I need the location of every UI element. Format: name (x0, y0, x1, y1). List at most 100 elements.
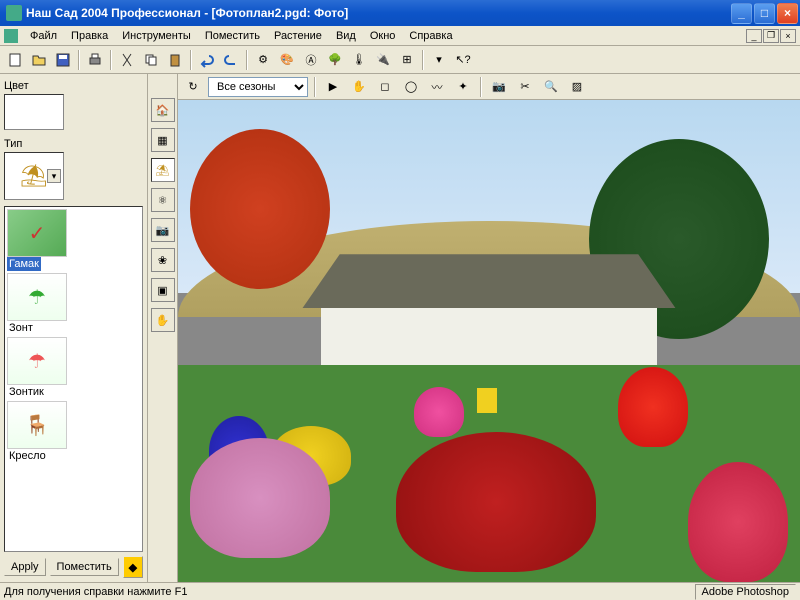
tool-compass-icon[interactable]: Ⓐ (300, 49, 322, 71)
plant-icon[interactable]: ❀ (151, 248, 175, 272)
pan-icon[interactable]: ✋ (348, 76, 370, 98)
help-arrow-icon[interactable]: ↖? (452, 49, 474, 71)
menubar: Файл Правка Инструменты Поместить Растен… (0, 26, 800, 46)
shrub-red-large (396, 432, 596, 572)
content-area: Цвет Тип ⛱ ▾ ✓ Гамак ☂ Зонт ☂ Зонтик 🪑 К… (0, 74, 800, 582)
mdi-minimize[interactable]: _ (746, 29, 762, 43)
window-buttons: _ □ × (731, 3, 798, 24)
rect-select-icon[interactable]: ◻ (374, 76, 396, 98)
menu-help[interactable]: Справка (403, 28, 458, 44)
tool-palette-icon[interactable]: 🎨 (276, 49, 298, 71)
copy-button[interactable] (140, 49, 162, 71)
menu-view[interactable]: Вид (330, 28, 362, 44)
shrub-rightflowers (688, 462, 788, 582)
item-thumb: ☂ (7, 273, 67, 321)
cut-button[interactable] (116, 49, 138, 71)
reload-icon[interactable]: ↻ (182, 76, 204, 98)
redo-button[interactable] (220, 49, 242, 71)
menu-plant[interactable]: Растение (268, 28, 328, 44)
save-button[interactable] (52, 49, 74, 71)
mdi-close[interactable]: × (780, 29, 796, 43)
fence-icon[interactable]: ▦ (151, 128, 175, 152)
main-area: ↻ Все сезоны ▶ ✋ ◻ ◯ 〰 ✦ 📷 ✂ 🔍 ▨ (178, 74, 800, 582)
bench-icon: ⛱ (20, 163, 48, 189)
house-icon[interactable]: 🏠 (151, 98, 175, 122)
color-swatch[interactable] (4, 94, 64, 130)
apply-button[interactable]: Apply (4, 558, 46, 576)
camera2-icon[interactable]: 📷 (488, 76, 510, 98)
undo-button[interactable] (196, 49, 218, 71)
titlebar: Наш Сад 2004 Профессионал - [Фотоплан2.p… (0, 0, 800, 26)
open-button[interactable] (28, 49, 50, 71)
mdi-buttons: _ ❐ × (746, 29, 796, 43)
camera-icon[interactable]: 📷 (151, 218, 175, 242)
garden-scene (178, 100, 800, 582)
toolbar-sep (110, 50, 112, 70)
tool-drop-icon[interactable]: ▾ (428, 49, 450, 71)
toolbar-sep (246, 50, 248, 70)
pointer-icon[interactable]: ▶ (322, 76, 344, 98)
wand-icon[interactable]: ✦ (452, 76, 474, 98)
type-selector[interactable]: ⛱ ▾ (4, 152, 64, 200)
mdi-restore[interactable]: ❐ (763, 29, 779, 43)
layers-icon[interactable]: ▨ (566, 76, 588, 98)
place-button[interactable]: Поместить (50, 558, 119, 576)
minimize-button[interactable]: _ (731, 3, 752, 24)
hand-icon[interactable]: ✋ (151, 308, 175, 332)
item-list[interactable]: ✓ Гамак ☂ Зонт ☂ Зонтик 🪑 Кресло (4, 206, 143, 552)
shrub-redflowers (618, 367, 688, 447)
shrub-hydrangea (190, 438, 330, 558)
list-item[interactable]: ✓ Гамак (7, 209, 140, 271)
type-label: Тип (4, 138, 143, 150)
roof (302, 254, 675, 308)
list-item[interactable]: 🪑 Кресло (7, 401, 140, 463)
left-panel: Цвет Тип ⛱ ▾ ✓ Гамак ☂ Зонт ☂ Зонтик 🪑 К… (0, 74, 148, 582)
tool-tree-icon[interactable]: 🌳 (324, 49, 346, 71)
list-item[interactable]: ☂ Зонт (7, 273, 140, 335)
menu-file[interactable]: Файл (24, 28, 63, 44)
menu-edit[interactable]: Правка (65, 28, 114, 44)
paste-button[interactable] (164, 49, 186, 71)
toolbar-sep (190, 50, 192, 70)
print-button[interactable] (84, 49, 106, 71)
mdi-icon (4, 29, 18, 43)
maximize-button[interactable]: □ (754, 3, 775, 24)
furniture-icon[interactable]: ⛱ (151, 158, 175, 182)
app-icon (6, 5, 22, 21)
panel-help-button[interactable]: ◆ (123, 556, 143, 578)
statusbar: Для получения справки нажмите F1 Adobe P… (0, 582, 800, 600)
close-button[interactable]: × (777, 3, 798, 24)
tool-thermo-icon[interactable]: 🌡 (348, 49, 370, 71)
freehand-icon[interactable]: 〰 (426, 76, 448, 98)
window-title: Наш Сад 2004 Профессионал - [Фотоплан2.p… (26, 6, 731, 20)
toolbar-sep (422, 50, 424, 70)
panel-button-row: Apply Поместить ◆ (4, 556, 143, 578)
tool-adjust-icon[interactable]: ⊞ (396, 49, 418, 71)
tool-gear-icon[interactable]: ⚙ (252, 49, 274, 71)
item-label: Зонтик (7, 385, 46, 399)
color-label: Цвет (4, 80, 143, 92)
list-item[interactable]: ☂ Зонтик (7, 337, 140, 399)
menu-place[interactable]: Поместить (199, 28, 266, 44)
item-thumb: ☂ (7, 337, 67, 385)
item-label: Гамак (7, 257, 41, 271)
item-thumb: 🪑 (7, 401, 67, 449)
scissors-icon[interactable]: ✂ (514, 76, 536, 98)
magnify-icon[interactable]: 🔍 (540, 76, 562, 98)
lasso-icon[interactable]: ◯ (400, 76, 422, 98)
shrub-pink (414, 387, 464, 437)
tool-plug-icon[interactable]: 🔌 (372, 49, 394, 71)
vertical-toolbar: 🏠 ▦ ⛱ ⚛ 📷 ❀ ▣ ✋ (148, 74, 178, 582)
canvas-viewport[interactable] (178, 100, 800, 582)
main-toolbar: ⚙ 🎨 Ⓐ 🌳 🌡 🔌 ⊞ ▾ ↖? (0, 46, 800, 74)
toolbar-sep (480, 77, 482, 97)
type-dropdown-icon[interactable]: ▾ (47, 169, 61, 183)
frame-icon[interactable]: ▣ (151, 278, 175, 302)
nodes-icon[interactable]: ⚛ (151, 188, 175, 212)
new-button[interactable] (4, 49, 26, 71)
menu-window[interactable]: Окно (364, 28, 402, 44)
season-select[interactable]: Все сезоны (208, 77, 308, 97)
yellow-chair (477, 388, 497, 413)
menu-tools[interactable]: Инструменты (116, 28, 197, 44)
status-app-hint: Adobe Photoshop (695, 584, 796, 600)
